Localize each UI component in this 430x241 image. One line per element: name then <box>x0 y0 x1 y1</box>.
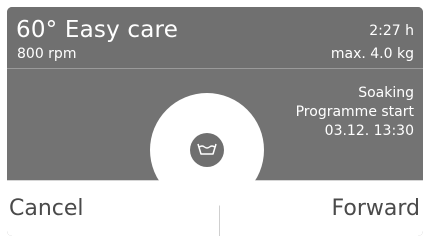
phase-label: Soaking <box>358 85 414 101</box>
programme-header: 60° Easy care 800 rpm 2:27 h max. 4.0 kg <box>7 7 423 69</box>
start-label: Programme start <box>295 104 414 120</box>
programme-name: 60° Easy care <box>16 17 179 43</box>
wash-basin-icon <box>190 133 224 167</box>
spin-speed: 800 rpm <box>17 46 77 62</box>
programme-duration: 2:27 h <box>369 23 414 39</box>
max-load: max. 4.0 kg <box>330 46 414 62</box>
status-info: Soaking Programme start 03.12. 13:30 <box>296 84 414 141</box>
start-time: 03.12. 13:30 <box>324 123 414 139</box>
